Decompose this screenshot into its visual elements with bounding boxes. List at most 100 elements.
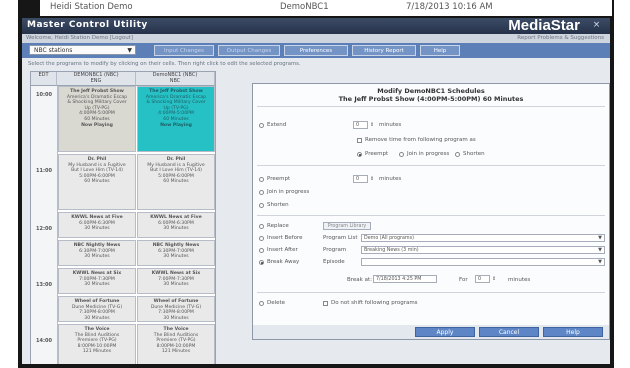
dialog-title: Modify DemoNBC1 Schedules The Jeff Probs… <box>253 87 609 103</box>
program-cell[interactable]: KWWL News at Six 7:00PM-7:30PM 30 Minutes <box>137 268 215 294</box>
time-column: 10:00 11:00 12:00 13:00 14:00 <box>31 86 58 364</box>
program-cell[interactable]: The Jeff Probst Show America's Dramatic E… <box>58 86 136 152</box>
program-cell[interactable]: Dr. Phil My Husband is a Fugitive But I Lo… <box>58 154 136 210</box>
dialog-title-program: The Jeff Probst Show (4:00PM-5:00PM) 60 … <box>338 95 524 103</box>
tab-help[interactable]: Help <box>420 45 460 56</box>
window-title-datetime: 7/18/2013 10:16 AM <box>406 2 493 12</box>
program-detail: 60 Minutes <box>163 179 189 185</box>
delete-radio[interactable] <box>259 301 264 306</box>
program-list-label: Program List <box>323 235 358 241</box>
program-detail: 30 Minutes <box>84 226 110 232</box>
break-at-field[interactable]: 7/18/2013 4:25 PM <box>373 275 437 283</box>
station-select[interactable]: NBC stations ▼ <box>29 45 136 55</box>
instructions-text: Select the programs to modify by clickin… <box>28 61 301 67</box>
program-detail: Now Playing <box>81 122 113 128</box>
extend-minutes-field[interactable]: 0 <box>353 121 368 129</box>
chevron-down-icon: ▼ <box>598 235 602 241</box>
time-label: 13:00 <box>36 282 52 288</box>
grid-header-time: EDT <box>31 72 57 86</box>
insert-after-radio[interactable] <box>259 248 264 253</box>
break-minutes-field[interactable]: 0 <box>475 275 490 283</box>
mediastar-logo: MediaStar <box>508 18 580 34</box>
shorten-radio[interactable] <box>259 203 264 208</box>
cancel-button[interactable]: Cancel <box>479 327 539 337</box>
tab-output-changes[interactable]: Output Changes <box>218 45 280 56</box>
program-detail: 30 Minutes <box>163 315 189 321</box>
dialog-title-main: Modify DemoNBC1 Schedules <box>377 87 485 95</box>
break-minutes-unit: minutes <box>508 277 531 283</box>
program-cell[interactable]: NBC Nightly News 6:30PM-7:00PM 30 Minutes <box>58 240 136 266</box>
nav-bar: NBC stations ▼ Input Changes Output Chan… <box>22 43 610 58</box>
break-at-label: Break at: <box>347 277 372 283</box>
tab-preferences[interactable]: Preferences <box>284 45 348 56</box>
program-title: The Jeff Probst Show <box>149 89 203 94</box>
program-list-select[interactable]: Demo (All programs) ▼ <box>361 234 605 242</box>
time-label: 12:00 <box>36 226 52 232</box>
stepper-icon[interactable]: ⇕ <box>370 175 374 183</box>
program-detail: & Shocking Military Cover <box>67 100 127 106</box>
program-list-value: Demo (All programs) <box>364 236 414 241</box>
remove-join-radio[interactable] <box>399 152 404 157</box>
divider <box>257 292 605 293</box>
app-title: Master Control Utility <box>27 20 148 30</box>
program-label: Program <box>323 247 347 253</box>
schedule-grid: EDT DEMONBC1 (NBC) ENG DemoNBC1 (NBC) NB… <box>30 71 216 364</box>
episode-select[interactable]: ▼ <box>361 258 605 266</box>
stepper-icon[interactable]: ⇕ <box>492 275 496 283</box>
program-detail: 30 Minutes <box>84 282 110 288</box>
program-detail: & Shocking Military Cover <box>146 100 206 106</box>
join-in-progress-radio[interactable] <box>259 190 264 195</box>
divider <box>257 106 605 107</box>
program-library-button[interactable]: Program Library <box>323 222 371 230</box>
no-shift-checkbox[interactable] <box>323 301 328 306</box>
station-select-value: NBC stations <box>34 47 73 54</box>
grid-header-time-label: EDT <box>38 72 49 78</box>
chevron-down-icon: ▼ <box>598 247 602 253</box>
break-away-radio[interactable] <box>259 260 264 265</box>
program-cell[interactable]: The Voice The Blind Auditions Premiere (TV… <box>137 324 215 364</box>
preempt-radio[interactable] <box>259 177 264 182</box>
program-cell[interactable]: KWWL News at Five 6:00PM-6:30PM 30 Minutes <box>58 212 136 238</box>
program-cell[interactable]: KWWL News at Six 7:00PM-7:30PM 30 Minutes <box>58 268 136 294</box>
dialog-button-bar: Apply Cancel Help <box>253 325 609 339</box>
time-label: 10:00 <box>36 92 52 98</box>
tab-input-changes[interactable]: Input Changes <box>154 45 214 56</box>
welcome-logout-link[interactable]: Welcome, Heidi Station Demo [Logout] <box>26 34 133 43</box>
insert-after-label: Insert After <box>267 247 298 253</box>
grid-header-channel-1: DEMONBC1 (NBC) ENG <box>57 72 136 86</box>
delete-label: Delete <box>267 300 286 306</box>
close-icon[interactable]: × <box>591 20 602 31</box>
insert-before-label: Insert Before <box>267 235 303 241</box>
insert-before-radio[interactable] <box>259 236 264 241</box>
extend-radio[interactable] <box>259 123 264 128</box>
program-cell[interactable]: KWWL News at Five 6:00PM-6:30PM 30 Minutes <box>137 212 215 238</box>
remove-shorten-radio[interactable] <box>455 152 460 157</box>
remove-time-label: Remove time from following program as <box>365 137 476 143</box>
program-cell[interactable]: Wheel of Fortune Dune Medicine (TV-G) 7:30… <box>58 296 136 322</box>
program-cell[interactable]: Wheel of Fortune Dune Medicine (TV-G) 7:30… <box>137 296 215 322</box>
time-label: 11:00 <box>36 168 52 174</box>
extend-label: Extend <box>267 122 287 128</box>
remove-preempt-radio[interactable] <box>357 152 362 157</box>
user-bar: Welcome, Heidi Station Demo [Logout] Rep… <box>22 34 610 43</box>
program-cell[interactable]: NBC Nightly News 6:30PM-7:00PM 30 Minutes <box>137 240 215 266</box>
grid-header-channel-2-code: NBC <box>169 77 181 84</box>
apply-button[interactable]: Apply <box>415 327 475 337</box>
program-detail: 30 Minutes <box>163 282 189 288</box>
replace-radio[interactable] <box>259 224 264 229</box>
program-cell[interactable]: The Voice The Blind Auditions Premiere (TV… <box>58 324 136 364</box>
program-title: The Jeff Probst Show <box>70 89 124 94</box>
app-screen: Master Control Utility MediaStar × Welco… <box>22 18 610 364</box>
episode-label: Episode <box>323 259 345 265</box>
program-cell[interactable]: The Jeff Probst Show America's Dramatic E… <box>137 86 215 152</box>
report-problems-link[interactable]: Report Problems & Suggestions <box>517 34 604 43</box>
divider <box>257 215 605 216</box>
chevron-down-icon: ▼ <box>598 259 602 265</box>
help-button[interactable]: Help <box>543 327 603 337</box>
program-select[interactable]: Breaking News (3 min) ▼ <box>361 246 605 254</box>
tab-history-report[interactable]: History Report <box>352 45 416 56</box>
remove-time-checkbox[interactable] <box>357 138 362 143</box>
program-cell[interactable]: Dr. Phil My Husband is a Fugitive But I Lo… <box>137 154 215 210</box>
preempt-minutes-field[interactable]: 0 <box>353 175 368 183</box>
stepper-icon[interactable]: ⇕ <box>370 121 374 129</box>
